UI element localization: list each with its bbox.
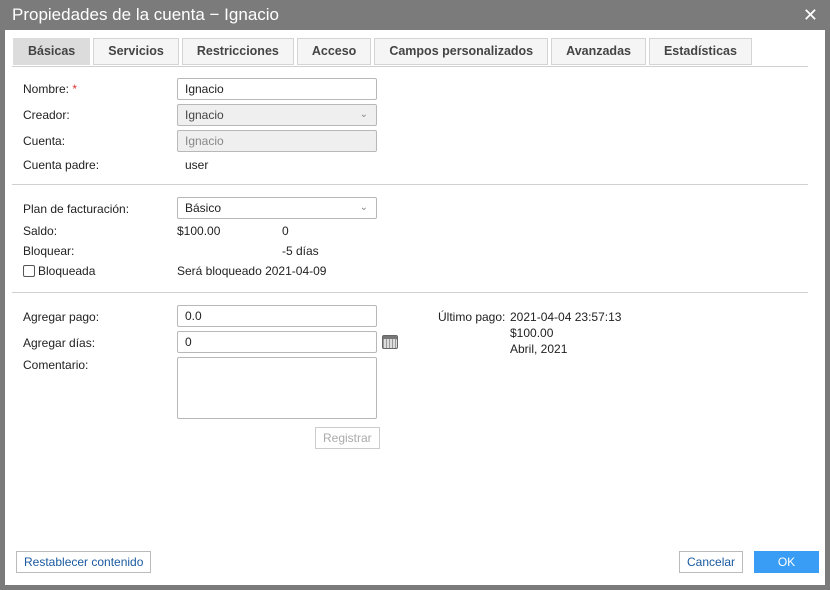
plan-value: Básico [185,201,222,215]
saldo-days: 0 [282,224,289,238]
bloqueo-info: Será bloqueado 2021-04-09 [177,264,327,278]
plan-select[interactable]: Básico ⌄ [177,197,377,219]
bloquear-value: -5 días [282,244,319,258]
tab-acceso[interactable]: Acceso [296,38,372,65]
tab-divider [12,66,808,67]
close-icon[interactable]: ✕ [803,0,818,30]
saldo-value: $100.00 [177,224,221,238]
bloqueada-checkbox[interactable] [23,265,35,277]
creador-value: Ignacio [185,108,224,122]
tab-bar: Básicas Servicios Restricciones Acceso C… [13,38,752,65]
chevron-down-icon: ⌄ [359,109,368,120]
ultimo-pago-fecha: 2021-04-04 23:57:13 [510,310,622,324]
creador-label: Creador: [23,108,70,122]
cuenta-input: Ignacio [177,130,377,152]
account-properties-dialog: Propiedades de la cuenta − Ignacio ✕ Bás… [0,0,830,590]
calendar-icon[interactable] [382,335,398,349]
agregar-pago-label: Agregar pago: [23,310,100,324]
tab-basicas[interactable]: Básicas [13,38,91,65]
agregar-pago-input[interactable]: 0.0 [177,305,377,327]
dialog-body: Básicas Servicios Restricciones Acceso C… [5,30,825,585]
ultimo-pago-mes: Abril, 2021 [510,342,568,356]
tab-estadisticas[interactable]: Estadísticas [648,38,752,65]
nombre-label-text: Nombre: [23,82,70,96]
creador-select[interactable]: Ignacio ⌄ [177,104,377,126]
cancel-button[interactable]: Cancelar [679,551,743,573]
agregar-dias-label: Agregar días: [23,336,96,350]
divider [12,292,808,293]
bloqueada-label: Bloqueada [38,264,96,278]
nombre-input[interactable]: Ignacio [177,78,377,100]
tab-restricciones[interactable]: Restricciones [181,38,294,65]
plan-label: Plan de facturación: [23,202,130,216]
ultimo-pago-label: Último pago: [438,310,506,324]
divider [12,184,808,185]
bloquear-label: Bloquear: [23,244,75,258]
ok-button[interactable]: OK [754,551,819,573]
cuenta-padre-label: Cuenta padre: [23,158,100,172]
registrar-button[interactable]: Registrar [315,427,380,449]
nombre-label: Nombre: * [23,82,77,96]
chevron-down-icon: ⌄ [359,202,368,213]
required-marker: * [72,82,78,96]
reset-button[interactable]: Restablecer contenido [16,551,152,573]
cuenta-label: Cuenta: [23,134,66,148]
dialog-title: Propiedades de la cuenta − Ignacio [12,5,280,24]
bloqueada-checkbox-row[interactable]: Bloqueada [23,264,95,278]
comentario-label: Comentario: [23,358,89,372]
agregar-dias-input[interactable]: 0 [177,331,377,353]
comentario-textarea[interactable] [177,357,377,419]
ultimo-pago-monto: $100.00 [510,326,554,340]
cuenta-padre-value: user [185,158,209,172]
saldo-label: Saldo: [23,224,58,238]
tab-campos-personalizados[interactable]: Campos personalizados [374,38,549,65]
tab-avanzadas[interactable]: Avanzadas [551,38,646,65]
tab-servicios[interactable]: Servicios [93,38,179,65]
